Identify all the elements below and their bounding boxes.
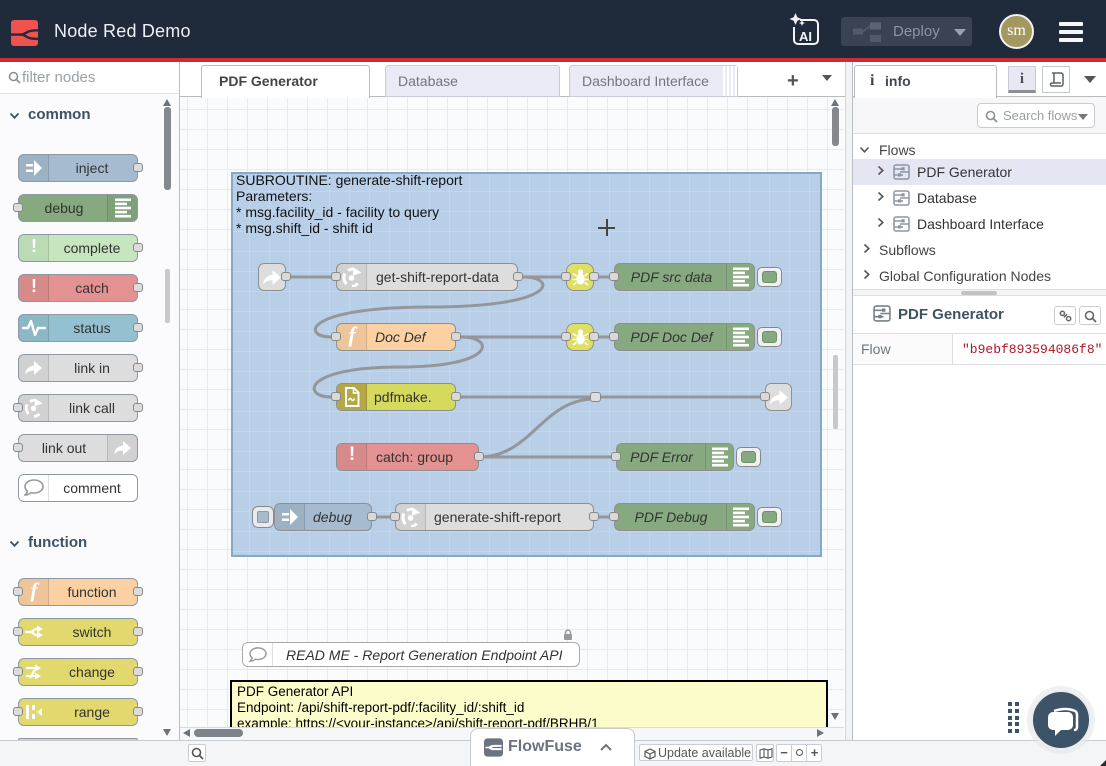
svg-text:AI: AI: [799, 29, 812, 44]
